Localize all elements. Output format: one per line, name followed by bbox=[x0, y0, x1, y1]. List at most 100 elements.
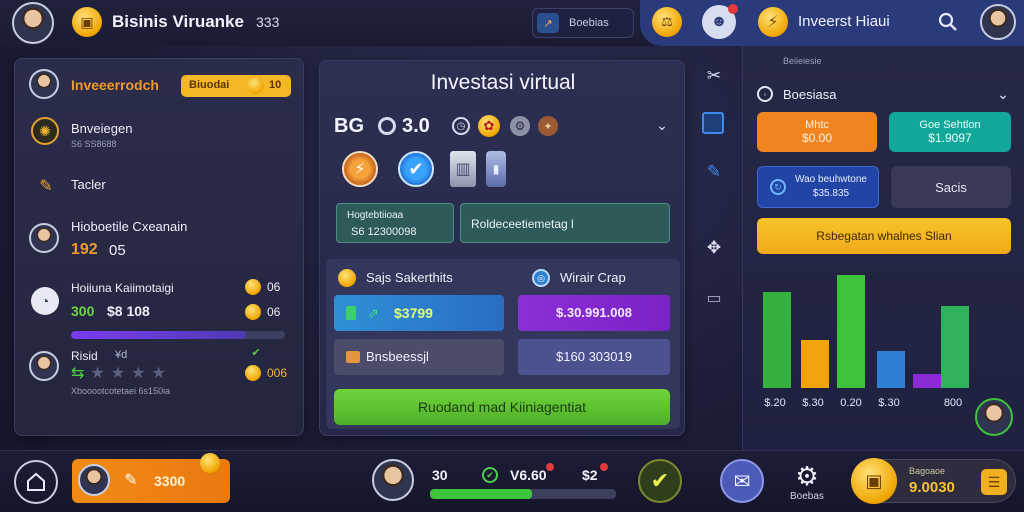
row4-value-a: 300 bbox=[71, 303, 95, 319]
chart-x-tick-label: $.20 bbox=[764, 397, 785, 409]
box-icon bbox=[346, 351, 360, 363]
orange-price-line1: Mhtc bbox=[805, 119, 829, 131]
row4-title: Hoiiuna Kaiimotaigi bbox=[71, 281, 174, 295]
grey-action-button[interactable]: Bnsbeessjl bbox=[334, 339, 504, 375]
risk-avatar bbox=[29, 351, 59, 381]
calendar-icon[interactable] bbox=[702, 112, 724, 134]
blue-price-text: Wao beuhwtone $35.835 bbox=[795, 174, 867, 199]
gold-balance[interactable]: ▣ Bagoaoe 9.0030 ☰ bbox=[851, 458, 1016, 504]
teal-price-button[interactable]: Goe Sehtlon $1.9097 bbox=[889, 112, 1011, 152]
chart-bar bbox=[801, 340, 829, 388]
left-panel: Inveeerrodch Biuodai 10 ✺ Bnveiegen S6 S… bbox=[14, 58, 304, 436]
power-tool-icon[interactable]: ⚡ bbox=[342, 151, 378, 187]
info-box-2[interactable]: Roldeceetiemetag l bbox=[460, 203, 670, 243]
search-box[interactable]: ↗ Boebias bbox=[532, 8, 634, 38]
card-coin-icon bbox=[200, 453, 220, 473]
blue-value-button[interactable]: ⇗ $3799 bbox=[334, 295, 504, 331]
level-avatar bbox=[372, 459, 414, 501]
card-tag-icon: ✎ bbox=[124, 472, 138, 489]
player-avatar[interactable] bbox=[12, 2, 54, 44]
row5-coin-value: 006 bbox=[267, 366, 288, 380]
investor-avatar bbox=[29, 69, 59, 99]
row4-coin-value-b: 06 bbox=[267, 305, 281, 319]
badge-coin-icon bbox=[247, 77, 264, 94]
lightning-icon[interactable]: ⚡ bbox=[758, 7, 788, 37]
row2-label[interactable]: Tacler bbox=[71, 177, 106, 192]
bottle-icon[interactable]: ▮ bbox=[486, 151, 506, 187]
card-avatar bbox=[78, 464, 110, 496]
copper-coin-icon: ✦ bbox=[538, 116, 558, 136]
slate-value-button[interactable]: $160 303019 bbox=[518, 339, 670, 375]
blue-price-button[interactable]: ↻ Wao beuhwtone $35.835 bbox=[757, 166, 879, 208]
left-panel-title: Inveeerrodch bbox=[71, 77, 159, 93]
info-box-1[interactable]: Hogtebtiioaa S6 12300098 bbox=[336, 203, 454, 243]
row5-sub: ¥d bbox=[115, 349, 128, 361]
manager-card[interactable]: ✎ 3300 bbox=[72, 453, 230, 503]
profile-avatar[interactable] bbox=[980, 4, 1016, 40]
slate-button-value: $160 303019 bbox=[556, 349, 632, 364]
chart-bar bbox=[877, 351, 905, 388]
info-box-1-label: Hogtebtiioaa bbox=[347, 210, 404, 221]
search-label: Boebias bbox=[569, 17, 609, 29]
coin-outline-icon: ◦ bbox=[757, 86, 773, 102]
player-level-c: $2 bbox=[582, 467, 598, 483]
rating-star-icon: ★ bbox=[110, 365, 126, 382]
row4-progress-bar bbox=[71, 331, 285, 339]
rating-star-icon: ★ bbox=[90, 365, 105, 382]
xp-progress-bar bbox=[430, 489, 616, 499]
grey-search-button[interactable]: Sacis bbox=[891, 166, 1011, 208]
sub-title-right: Wirair Crap bbox=[560, 270, 626, 285]
rating-star-icon: ★ bbox=[151, 365, 166, 382]
chart-bar bbox=[941, 306, 969, 388]
row1-title: Bnveiegen bbox=[71, 121, 133, 136]
sub-title-left: Sajs Sakerthits bbox=[366, 270, 453, 285]
puzzle-icon[interactable]: ✥ bbox=[702, 236, 726, 260]
tool-strip: ✂ ✎ ✥ ▭ bbox=[696, 60, 732, 320]
teal-price-line2: $1.9097 bbox=[928, 131, 972, 145]
pen-icon[interactable]: ✎ bbox=[702, 160, 726, 184]
investment-label: Inveerst Hiaui bbox=[798, 13, 890, 30]
right-chevron-icon[interactable]: ⌄ bbox=[993, 84, 1013, 104]
notification-dot bbox=[728, 4, 738, 14]
home-icon[interactable] bbox=[14, 460, 58, 504]
achievement-icon[interactable]: ✔ bbox=[638, 459, 682, 503]
gold-menu-icon[interactable]: ☰ bbox=[981, 469, 1007, 495]
rating-star-icon: ★ bbox=[131, 365, 146, 382]
row4-progress-fill bbox=[71, 331, 247, 339]
mail-icon[interactable]: ✉ bbox=[720, 459, 764, 503]
card-value: 3300 bbox=[154, 473, 186, 489]
settings-gear-icon[interactable]: ⚙ bbox=[792, 461, 822, 491]
header-badge-label: Biuodai bbox=[189, 79, 230, 91]
search-icon[interactable] bbox=[934, 8, 962, 36]
main-green-button-label: Ruodand mad Kiiniagentiat bbox=[417, 399, 587, 415]
stats-value-a: BG bbox=[334, 115, 364, 137]
gauge-icon: ◔ bbox=[31, 287, 59, 315]
business-logo-icon: ▣ bbox=[72, 7, 102, 37]
main-green-button[interactable]: Ruodand mad Kiiniagentiat bbox=[334, 389, 670, 425]
yellow-wide-label: Rsbegatan whalnes Slian bbox=[816, 229, 952, 243]
blue-button-value: $3799 bbox=[394, 305, 433, 321]
chart-x-tick-label: 0.20 bbox=[840, 397, 861, 409]
yellow-wide-button[interactable]: Rsbegatan whalnes Slian bbox=[757, 218, 1011, 254]
check-tool-icon[interactable]: ✔ bbox=[398, 151, 434, 187]
header-badge[interactable]: Biuodai 10 bbox=[181, 75, 291, 97]
row1-sub: S6 SS8688 bbox=[71, 139, 117, 149]
bar-chart: $.20 $.30 0.20 $.30 800 bbox=[763, 275, 969, 409]
tools-icon[interactable]: ✂ bbox=[702, 64, 726, 88]
factory-icon[interactable]: ▥ bbox=[450, 151, 476, 187]
chart-x-tick-label: $.30 bbox=[802, 397, 823, 409]
briefcase-icon[interactable]: ▭ bbox=[702, 286, 726, 310]
row4-value-b: $8 108 bbox=[107, 303, 150, 319]
top-counter: 333 bbox=[256, 14, 280, 30]
chart-bar bbox=[837, 275, 865, 388]
manager-avatar bbox=[29, 223, 59, 253]
arrow-up-icon: ⇗ bbox=[367, 304, 379, 321]
assistant-avatar[interactable] bbox=[975, 398, 1013, 436]
purple-value-button[interactable]: $.30.991.008 bbox=[518, 295, 670, 331]
right-header-title: Boesiasa bbox=[783, 87, 837, 102]
compass-icon: ✺ bbox=[31, 117, 59, 145]
shop-icon[interactable]: ⚖ bbox=[652, 7, 682, 37]
row5-title: Risid bbox=[71, 349, 98, 363]
chevron-down-icon[interactable]: ⌄ bbox=[652, 115, 672, 135]
orange-price-button[interactable]: Mhtc $0.00 bbox=[757, 112, 877, 152]
